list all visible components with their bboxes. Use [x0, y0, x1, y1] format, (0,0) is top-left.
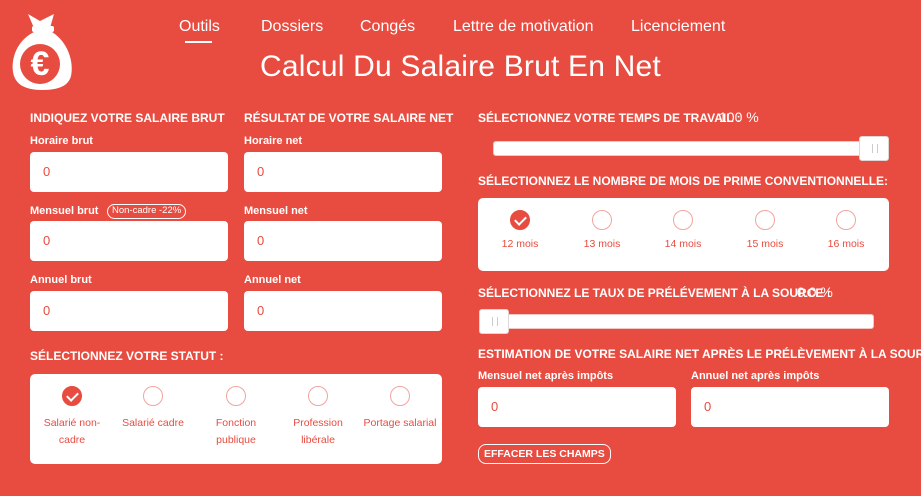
horaire-brut-input[interactable]: 0: [30, 152, 228, 192]
horaire-net-input[interactable]: 0: [244, 152, 442, 192]
annuel-apres-impots-label: Annuel net après impôts: [691, 370, 820, 382]
nav-item-dossiers[interactable]: Dossiers: [261, 18, 323, 36]
nav-item-lettre-de-motivation[interactable]: Lettre de motivation: [453, 18, 594, 36]
estimation-heading: ESTIMATION DE VOTRE SALAIRE NET APRÈS LE…: [478, 347, 921, 361]
statut-option-fonction-publique[interactable]: Fonction publique: [202, 386, 270, 449]
prime-panel: 12 mois 13 mois 14 mois 15 mois 16 mois: [478, 198, 889, 271]
option-label: Fonction publique: [215, 417, 257, 446]
annuel-apres-impots-input[interactable]: 0: [691, 387, 889, 427]
prime-heading: SÉLECTIONNEZ LE NOMBRE DE MOIS DE PRIME …: [478, 174, 889, 188]
prime-option-15[interactable]: 15 mois: [735, 210, 795, 253]
nav-item-conges[interactable]: Congés: [360, 18, 415, 36]
prelevement-slider-track[interactable]: [479, 314, 874, 329]
mensuel-brut-label: Mensuel brut: [30, 205, 99, 217]
temps-slider-track[interactable]: [493, 141, 889, 156]
check-radio-icon[interactable]: [510, 210, 530, 230]
temps-value: 100 %: [719, 109, 759, 125]
radio-icon[interactable]: [390, 386, 410, 406]
annuel-net-input[interactable]: 0: [244, 291, 442, 331]
active-nav-indicator: [185, 41, 212, 43]
page-title: Calcul Du Salaire Brut En Net: [260, 50, 661, 83]
mensuel-net-input[interactable]: 0: [244, 221, 442, 261]
prime-option-13[interactable]: 13 mois: [572, 210, 632, 253]
option-label: Portage salarial: [363, 417, 437, 429]
check-radio-icon[interactable]: [62, 386, 82, 406]
horaire-net-label: Horaire net: [244, 135, 303, 147]
nav-item-licenciement[interactable]: Licenciement: [631, 18, 725, 36]
annuel-brut-input[interactable]: 0: [30, 291, 228, 331]
statut-heading: SÉLECTIONNEZ VOTRE STATUT :: [30, 349, 224, 363]
option-label: 13 mois: [583, 238, 621, 250]
prelevement-heading: SÉLECTIONNEZ LE TAUX DE PRÉLÉVEMENT À LA…: [478, 286, 831, 300]
temps-slider-thumb[interactable]: [859, 136, 889, 161]
annuel-net-label: Annuel net: [244, 274, 301, 286]
clear-fields-button[interactable]: EFFACER LES CHAMPS: [478, 444, 611, 464]
nav-item-outils[interactable]: Outils: [179, 18, 220, 36]
main-nav: Outils Dossiers Congés Lettre de motivat…: [0, 18, 921, 44]
option-label: 14 mois: [664, 238, 702, 250]
option-label: 16 mois: [827, 238, 865, 250]
mensuel-brut-input[interactable]: 0: [30, 221, 228, 261]
mensuel-net-label: Mensuel net: [244, 205, 308, 217]
statut-option-profession-liberale[interactable]: Profession libérale: [284, 386, 352, 449]
status-badge: Non-cadre -22%: [107, 204, 187, 219]
radio-icon[interactable]: [143, 386, 163, 406]
temps-heading: SÉLECTIONNEZ VOTRE TEMPS DE TRAVAIL :: [478, 111, 741, 125]
statut-option-salarie-cadre[interactable]: Salarié cadre: [118, 386, 188, 432]
option-label: 15 mois: [746, 238, 784, 250]
statut-option-portage-salarial[interactable]: Portage salarial: [360, 386, 440, 432]
prelevement-value: 0.0 %: [797, 284, 833, 300]
statut-panel: Salarié non-cadre Salarié cadre Fonction…: [30, 374, 442, 464]
statut-option-salarie-non-cadre[interactable]: Salarié non-cadre: [38, 386, 106, 449]
radio-icon[interactable]: [592, 210, 612, 230]
prime-option-14[interactable]: 14 mois: [653, 210, 713, 253]
radio-icon[interactable]: [226, 386, 246, 406]
option-label: Profession libérale: [293, 417, 343, 446]
mensuel-apres-impots-input[interactable]: 0: [478, 387, 676, 427]
radio-icon[interactable]: [755, 210, 775, 230]
prime-option-12[interactable]: 12 mois: [490, 210, 550, 253]
option-label: Salarié cadre: [122, 417, 184, 429]
prelevement-slider-thumb[interactable]: [479, 309, 509, 334]
horaire-brut-label: Horaire brut: [30, 135, 93, 147]
prime-option-16[interactable]: 16 mois: [816, 210, 876, 253]
option-label: Salarié non-cadre: [43, 417, 101, 446]
radio-icon[interactable]: [673, 210, 693, 230]
net-heading: RÉSULTAT DE VOTRE SALAIRE NET: [244, 111, 454, 125]
annuel-brut-label: Annuel brut: [30, 274, 92, 286]
option-label: 12 mois: [501, 238, 539, 250]
radio-icon[interactable]: [836, 210, 856, 230]
radio-icon[interactable]: [308, 386, 328, 406]
mensuel-apres-impots-label: Mensuel net après impôts: [478, 370, 614, 382]
brut-heading: INDIQUEZ VOTRE SALAIRE BRUT: [30, 111, 225, 125]
